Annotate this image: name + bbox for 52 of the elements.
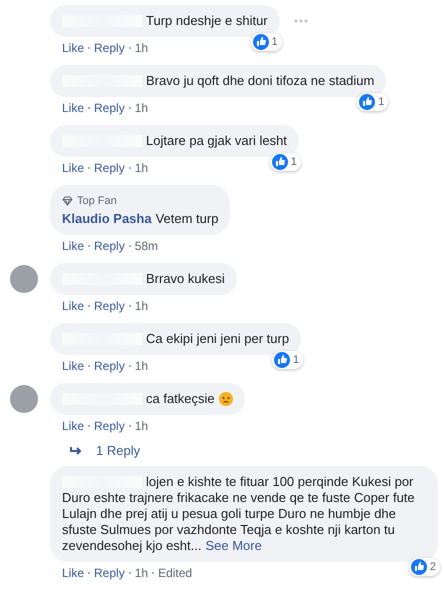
comment-action[interactable]: Reply — [94, 419, 125, 433]
comment-time[interactable]: 1h — [134, 101, 148, 115]
comment-action[interactable]: Like — [62, 566, 84, 580]
comment-time[interactable]: 1h — [134, 359, 148, 373]
comment-time[interactable]: 1h — [134, 161, 148, 175]
reaction-count[interactable]: 1 — [270, 153, 301, 171]
comment-text: ca fatkeçsie — [62, 391, 215, 407]
comment-text: Lojtare pa gjak vari lesht — [62, 133, 287, 149]
reaction-count[interactable]: 1 — [272, 351, 304, 369]
comment-text: Turp ndeshje e shitur — [62, 13, 268, 29]
comment-time[interactable]: 1h — [134, 41, 148, 55]
comment-action[interactable]: Reply — [94, 359, 125, 373]
like-icon — [410, 559, 427, 575]
like-icon — [252, 34, 269, 50]
comment-action[interactable]: Like — [62, 299, 84, 313]
reaction-count[interactable]: 1 — [250, 33, 282, 51]
avatar[interactable] — [10, 265, 38, 293]
comment-action[interactable]: Reply — [94, 239, 125, 253]
comment-text: Vetem turp — [156, 211, 218, 227]
reaction-count[interactable]: 1 — [357, 93, 388, 111]
reaction-count[interactable]: 2 — [408, 558, 440, 576]
diamond-icon — [62, 196, 73, 206]
comment-action[interactable]: Reply — [94, 41, 125, 55]
comment-action[interactable]: Like — [62, 101, 84, 115]
comment-text: Bravo ju qoft dhe doni tifoza ne stadium — [62, 73, 374, 89]
sad-face-icon — [218, 392, 233, 406]
comment-action[interactable]: Like — [62, 41, 84, 55]
see-more-link[interactable]: See More — [205, 538, 262, 553]
comment-action[interactable]: Like — [62, 161, 84, 175]
reply-arrow-icon — [70, 446, 82, 456]
comment-action[interactable]: Like — [62, 239, 84, 253]
comment-action[interactable]: Like — [62, 359, 84, 373]
top-fan-label: Top Fan — [77, 194, 117, 209]
comment-text: Ca ekipi jeni jeni per turp — [62, 331, 290, 347]
comment-action[interactable]: Reply — [94, 101, 125, 115]
comment-action[interactable]: Reply — [94, 566, 125, 580]
comment-time[interactable]: 58m — [134, 239, 158, 253]
comment-time[interactable]: 1h — [134, 566, 148, 580]
comment-text: Brravo kukesi — [62, 271, 225, 287]
comment-action[interactable]: Reply — [94, 299, 125, 313]
comment-action[interactable]: Like — [62, 419, 84, 433]
more-icon[interactable] — [294, 19, 308, 23]
comment-action[interactable]: Reply — [94, 161, 125, 175]
comment-time[interactable]: 1h — [134, 419, 148, 433]
comment-time[interactable]: 1h — [134, 299, 148, 313]
author-name[interactable]: Klaudio Pasha — [62, 211, 152, 227]
like-icon — [274, 352, 290, 368]
like-icon — [359, 94, 376, 110]
edited-label[interactable]: Edited — [158, 566, 192, 580]
avatar[interactable] — [10, 385, 38, 413]
view-replies-link[interactable]: 1 Reply — [70, 443, 140, 458]
like-icon — [272, 154, 288, 170]
